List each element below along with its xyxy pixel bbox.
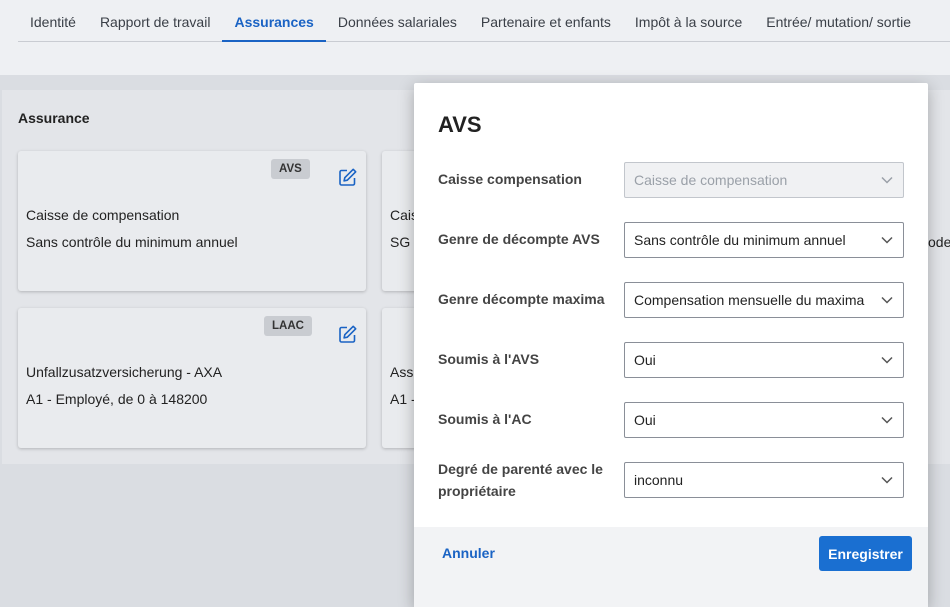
chevron-down-icon [881, 356, 893, 364]
select-value: Oui [634, 352, 656, 368]
field-label: Genre de décompte AVS [438, 231, 600, 247]
card-line-2: Sans contrôle du minimum annuel [26, 234, 238, 250]
card-text-fragment: ode [928, 234, 950, 250]
tab-entree-mutation-sortie[interactable]: Entrée/ mutation/ sortie [754, 0, 923, 42]
tab-donnees-salariales[interactable]: Données salariales [326, 0, 469, 42]
avs-dialog: AVS Caisse compensation Caisse de compen… [414, 83, 928, 607]
genre-decompte-maxima-select[interactable]: Compensation mensuelle du maxima [624, 282, 904, 318]
card-line-2: A1 - Employé, de 0 à 148200 [26, 391, 208, 407]
cancel-button[interactable]: Annuler [442, 545, 495, 561]
card-line-1: Ass [390, 364, 414, 380]
select-value: Caisse de compensation [634, 172, 788, 188]
section-title: Assurance [18, 110, 90, 126]
card-line-1: Caisse de compensation [26, 207, 180, 223]
card-line-1: Unfallzusatzversicherung - AXA [26, 364, 223, 380]
tab-list: Identité Rapport de travail Assurances D… [18, 0, 950, 42]
insurance-card-laac: LAAC Unfallzusatzversicherung - AXA A1 -… [18, 308, 366, 448]
caisse-compensation-select: Caisse de compensation [624, 162, 904, 198]
card-badge: AVS [271, 159, 310, 179]
tabs-bar: Identité Rapport de travail Assurances D… [0, 0, 950, 75]
chevron-down-icon [881, 236, 893, 244]
field-label: Caisse compensation [438, 171, 582, 187]
field-label: Degré de parenté avec le propriétaire [438, 461, 603, 499]
select-value: Sans contrôle du minimum annuel [634, 232, 846, 248]
tab-impot-a-la-source[interactable]: Impôt à la source [623, 0, 754, 42]
card-line-2: SG [390, 234, 411, 250]
field-label: Soumis à l'AC [438, 411, 532, 427]
edit-icon[interactable] [338, 324, 358, 344]
chevron-down-icon [881, 416, 893, 424]
dialog-title: AVS [438, 112, 482, 137]
chevron-down-icon [881, 176, 893, 184]
dialog-footer: Annuler Enregistrer [414, 527, 928, 607]
insurance-card-avs: AVS Caisse de compensation Sans contrôle… [18, 151, 366, 291]
card-line-2: A1 - [390, 391, 416, 407]
genre-decompte-avs-select[interactable]: Sans contrôle du minimum annuel [624, 222, 904, 258]
tab-identite[interactable]: Identité [18, 0, 88, 42]
save-button[interactable]: Enregistrer [819, 536, 912, 571]
field-label: Genre décompte maxima [438, 291, 605, 307]
select-value: Compensation mensuelle du maxima [634, 292, 865, 308]
card-badge: LAAC [264, 316, 312, 336]
field-label: Soumis à l'AVS [438, 351, 540, 367]
soumis-avs-select[interactable]: Oui [624, 342, 904, 378]
chevron-down-icon [881, 476, 893, 484]
select-value: Oui [634, 412, 656, 428]
tab-assurances[interactable]: Assurances [222, 0, 326, 42]
tab-partenaire-et-enfants[interactable]: Partenaire et enfants [469, 0, 623, 42]
select-value: inconnu [634, 472, 684, 488]
tab-rapport-de-travail[interactable]: Rapport de travail [88, 0, 223, 42]
soumis-ac-select[interactable]: Oui [624, 402, 904, 438]
degre-parente-select[interactable]: inconnu [624, 462, 904, 498]
chevron-down-icon [881, 296, 893, 304]
edit-icon[interactable] [338, 167, 358, 187]
